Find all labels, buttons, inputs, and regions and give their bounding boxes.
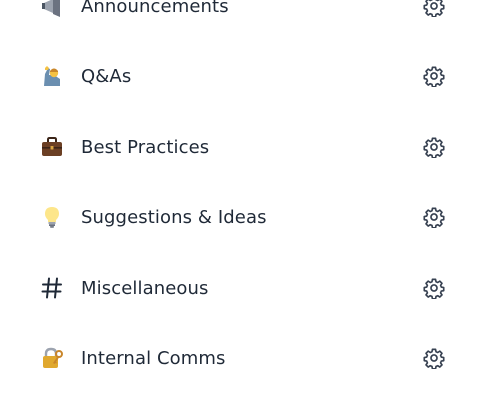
gear-icon[interactable] bbox=[422, 276, 446, 300]
locked-with-key-icon bbox=[39, 345, 65, 371]
briefcase-icon bbox=[39, 134, 65, 160]
gear-icon[interactable] bbox=[422, 205, 446, 229]
channel-row-best-practices[interactable]: Best Practices bbox=[0, 119, 495, 175]
person-raising-hand-icon bbox=[39, 63, 65, 89]
channel-row-qas[interactable]: Q&As bbox=[0, 48, 495, 104]
light-bulb-icon bbox=[39, 204, 65, 230]
channel-row-suggestions-ideas[interactable]: Suggestions & Ideas bbox=[0, 189, 495, 245]
hash-icon bbox=[39, 275, 65, 301]
channel-label: Q&As bbox=[81, 65, 132, 87]
gear-icon[interactable] bbox=[422, 0, 446, 18]
channel-label: Best Practices bbox=[81, 136, 210, 158]
gear-icon[interactable] bbox=[422, 346, 446, 370]
gear-icon[interactable] bbox=[422, 64, 446, 88]
channel-label: Miscellaneous bbox=[81, 277, 209, 299]
gear-icon[interactable] bbox=[422, 135, 446, 159]
channel-label: Internal Comms bbox=[81, 347, 226, 369]
channel-label: Suggestions & Ideas bbox=[81, 206, 267, 228]
channel-row-internal-comms[interactable]: Internal Comms bbox=[0, 330, 495, 386]
channel-row-announcements[interactable]: Announcements bbox=[0, 0, 495, 34]
megaphone-icon bbox=[39, 0, 65, 19]
channel-row-miscellaneous[interactable]: Miscellaneous bbox=[0, 260, 495, 316]
channel-list: Announcements Q&As Best Practices Sugges… bbox=[0, 0, 495, 400]
channel-label: Announcements bbox=[81, 0, 229, 17]
